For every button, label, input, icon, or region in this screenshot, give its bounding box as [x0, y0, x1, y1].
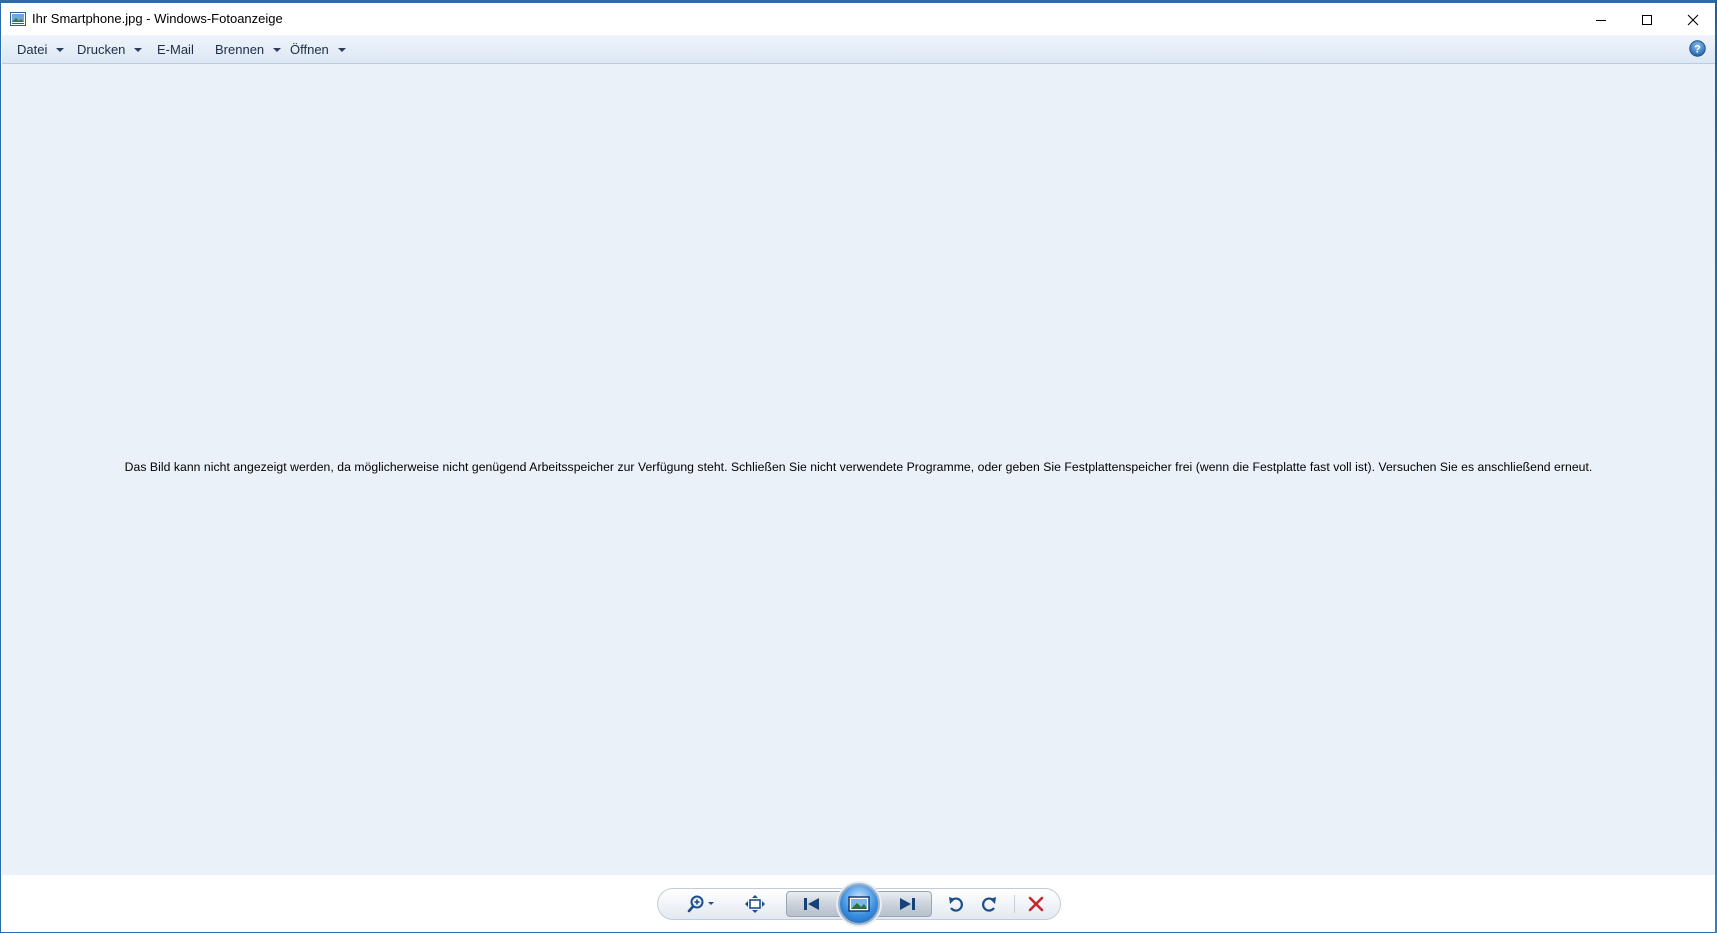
- window-title: Ihr Smartphone.jpg - Windows-Fotoanzeige: [32, 11, 283, 26]
- menu-email[interactable]: E-Mail: [157, 35, 194, 63]
- delete-button[interactable]: [1024, 892, 1048, 916]
- fit-window-icon: [745, 895, 765, 913]
- chevron-down-icon: [56, 47, 65, 52]
- help-icon[interactable]: ?: [1689, 40, 1706, 57]
- slideshow-icon: [848, 896, 870, 912]
- chevron-down-icon: [337, 47, 346, 52]
- next-button[interactable]: [893, 893, 921, 915]
- minimize-button[interactable]: [1578, 3, 1624, 37]
- zoom-icon: [687, 895, 714, 913]
- maximize-button[interactable]: [1624, 3, 1670, 37]
- menu-datei[interactable]: Datei: [17, 35, 65, 63]
- svg-text:?: ?: [1694, 44, 1701, 56]
- menu-brennen[interactable]: Brennen: [215, 35, 282, 63]
- chevron-down-icon: [273, 47, 282, 52]
- previous-button[interactable]: [798, 893, 826, 915]
- rotate-left-icon: [949, 897, 963, 912]
- menu-brennen-label: Brennen: [215, 41, 265, 57]
- image-display-area: Das Bild kann nicht angezeigt werden, da…: [2, 64, 1715, 875]
- menu-bar: Datei Drucken E-Mail Brennen Öffnen ?: [2, 35, 1715, 64]
- close-button[interactable]: [1670, 3, 1716, 37]
- error-message: Das Bild kann nicht angezeigt werden, da…: [124, 460, 1593, 474]
- photo-viewer-window: Ihr Smartphone.jpg - Windows-Fotoanzeige…: [0, 0, 1717, 933]
- zoom-button[interactable]: [684, 892, 720, 916]
- previous-icon: [804, 898, 819, 910]
- fit-window-button[interactable]: [742, 892, 768, 916]
- toolbar-separator: [1014, 895, 1015, 913]
- menu-drucken[interactable]: Drucken: [77, 35, 143, 63]
- title-bar[interactable]: Ihr Smartphone.jpg - Windows-Fotoanzeige: [1, 1, 1716, 37]
- menu-drucken-label: Drucken: [77, 41, 126, 57]
- photo-viewer-app-icon: [10, 12, 26, 26]
- rotate-clockwise-button[interactable]: [977, 892, 1001, 916]
- next-icon: [900, 898, 915, 910]
- delete-icon: [1028, 896, 1044, 912]
- slideshow-button[interactable]: [838, 883, 880, 925]
- menu-datei-label: Datei: [17, 41, 48, 57]
- close-icon: [1687, 14, 1699, 26]
- chevron-down-icon: [134, 47, 143, 52]
- menu-oeffnen[interactable]: Öffnen: [290, 35, 346, 63]
- maximize-icon: [1642, 15, 1652, 25]
- menu-email-label: E-Mail: [157, 41, 194, 57]
- menu-oeffnen-label: Öffnen: [290, 41, 329, 57]
- minimize-icon: [1596, 20, 1606, 21]
- rotate-counterclockwise-button[interactable]: [944, 892, 968, 916]
- rotate-right-icon: [982, 897, 996, 912]
- bottom-toolbar: [2, 875, 1715, 932]
